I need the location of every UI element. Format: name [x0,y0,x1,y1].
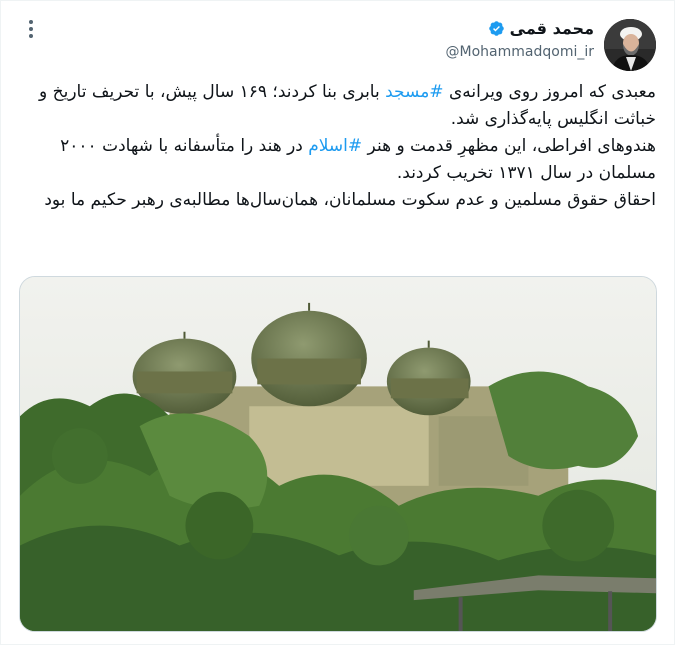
more-options-button[interactable] [19,15,43,43]
more-vertical-icon [29,27,33,31]
tweet-paragraph: معبدی که امروز روی ویرانه‌ی #مسجد بابری … [19,79,656,133]
mosque-photo [20,277,656,631]
tweet-paragraph: احقاق حقوق مسلمین و عدم سکوت مسلمانان، ه… [44,190,656,210]
hashtag-link[interactable]: #مسجد [385,82,443,102]
verified-badge-icon [488,21,504,36]
tweet-media-image[interactable] [19,276,657,632]
author-handle[interactable]: @Mohammadqomi_ir [446,44,594,60]
tweet-text: معبدی که امروز روی ویرانه‌ی #مسجد بابری … [19,79,656,214]
tweet-paragraph: هندوهای افراطی، این مظهرِ قدمت و هنر #اس… [19,133,656,187]
author-name-row[interactable]: محمد قمی [488,19,594,38]
more-vertical-icon [29,20,33,24]
avatar-image [604,19,656,71]
hashtag-link[interactable]: #اسلام [308,136,362,156]
tweet-card: محمد قمی @Mohammadqomi_ir معبدی که امروز… [0,0,675,645]
author-display-name[interactable]: محمد قمی [510,19,594,38]
avatar[interactable] [604,19,656,71]
tweet-text-segment: هندوهای افراطی، این مظهرِ قدمت و هنر [362,136,656,156]
tweet-text-segment: معبدی که امروز روی ویرانه‌ی [443,82,656,102]
more-vertical-icon [29,34,33,38]
